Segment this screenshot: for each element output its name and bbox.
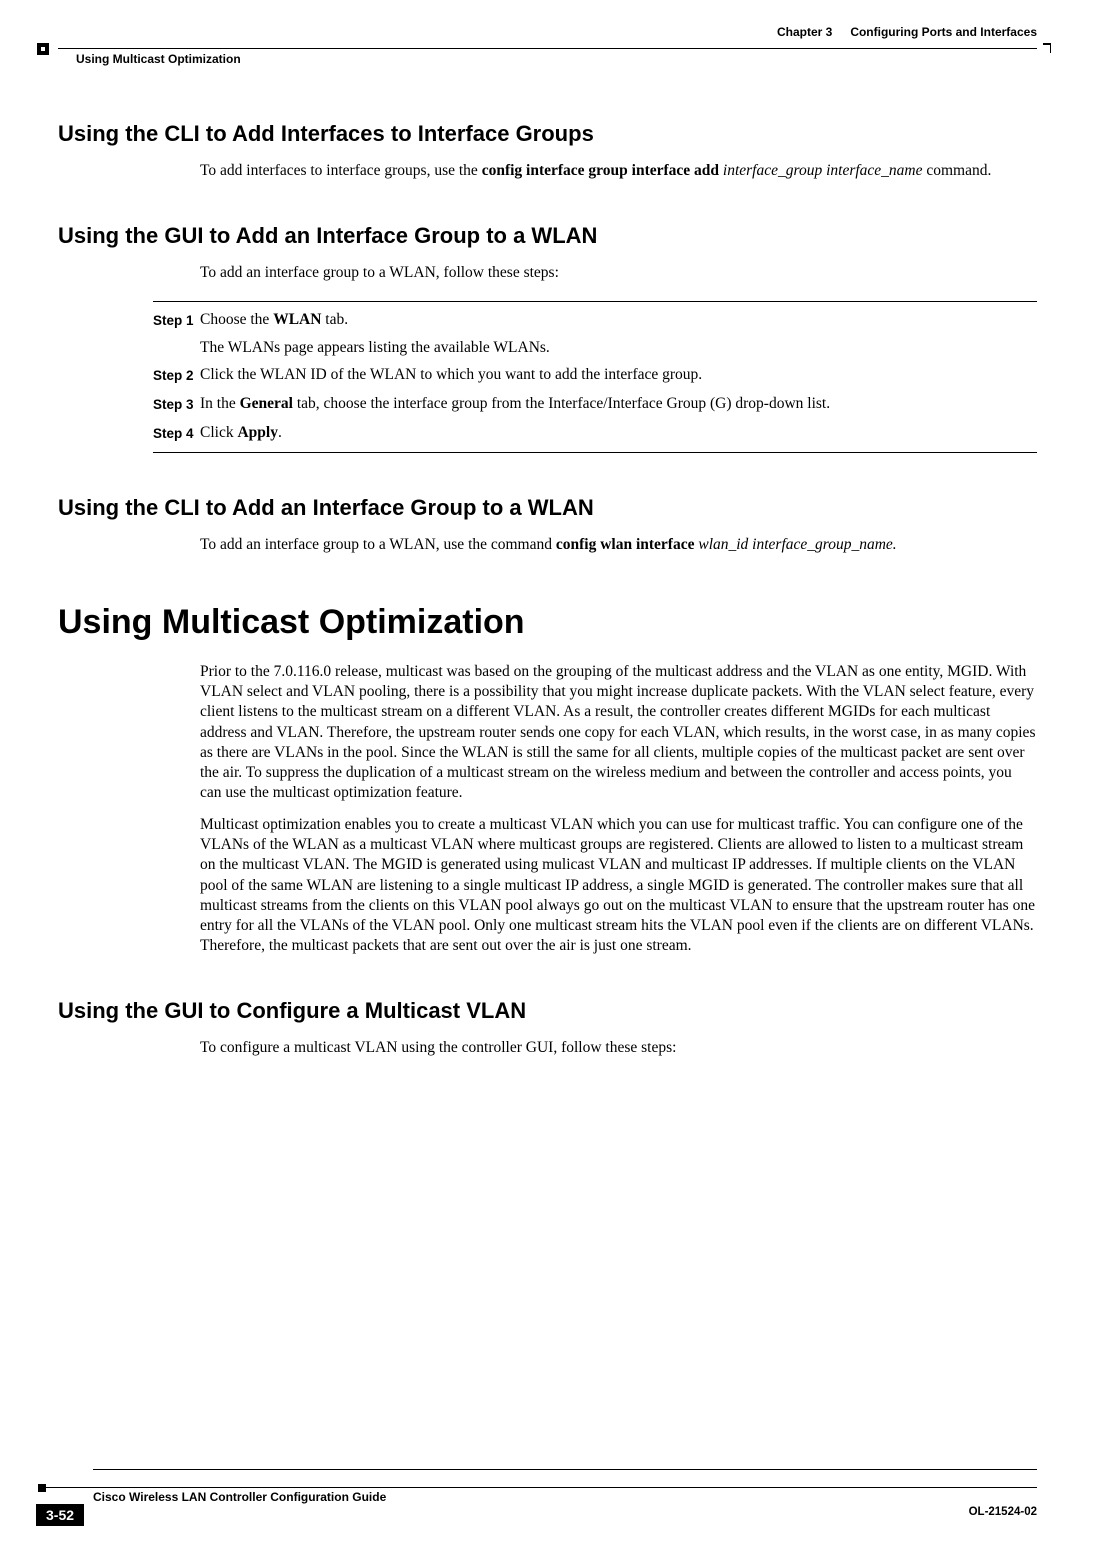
header-chapter-title: Configuring Ports and Interfaces (850, 25, 1037, 39)
footer-top-rule (93, 1469, 1037, 1470)
steps-list: Step 1 Choose the WLAN tab. The WLANs pa… (153, 301, 1037, 453)
step-row: Step 3 In the General tab, choose the in… (153, 394, 1037, 415)
step-row: Step 1 Choose the WLAN tab. (153, 310, 1037, 331)
body-text: Prior to the 7.0.116.0 release, multicas… (200, 662, 1037, 803)
step-label: Step 4 (153, 423, 200, 444)
header-marker-icon (37, 43, 49, 55)
header-section-title: Using Multicast Optimization (58, 49, 1037, 66)
step-top-rule (153, 301, 1037, 302)
step-row: Step 2 Click the WLAN ID of the WLAN to … (153, 365, 1037, 386)
page-number: 3-52 (36, 1504, 84, 1526)
step-label: Step 3 (153, 394, 200, 415)
step-text: Click Apply. (200, 423, 1037, 444)
page-footer: Cisco Wireless LAN Controller Configurat… (38, 1487, 1037, 1526)
body-text: To add an interface group to a WLAN, fol… (200, 263, 1037, 283)
body-text: To add an interface group to a WLAN, use… (200, 535, 1037, 555)
section-heading-gui-add-group-wlan: Using the GUI to Add an Interface Group … (58, 223, 1037, 249)
header-tick-icon (1043, 43, 1051, 45)
step-label: Step 1 (153, 310, 200, 331)
section-heading-cli-add-group-wlan: Using the CLI to Add an Interface Group … (58, 495, 1037, 521)
section-heading-cli-add-interfaces: Using the CLI to Add Interfaces to Inter… (58, 121, 1037, 147)
step-bottom-rule (153, 452, 1037, 453)
footer-guide-title: Cisco Wireless LAN Controller Configurat… (93, 1490, 1037, 1504)
header-chapter-label: Chapter 3 (777, 25, 832, 39)
step-row: Step 4 Click Apply. (153, 423, 1037, 444)
step-text: Click the WLAN ID of the WLAN to which y… (200, 365, 1037, 386)
body-text: To add interfaces to interface groups, u… (200, 161, 1037, 181)
footer-doc-number: OL-21524-02 (969, 1504, 1037, 1518)
header-rule (58, 48, 1037, 49)
step-subtext: The WLANs page appears listing the avail… (200, 339, 1037, 357)
section-heading-multicast-optimization: Using Multicast Optimization (58, 603, 1037, 642)
footer-rule (38, 1487, 1037, 1488)
step-label: Step 2 (153, 365, 200, 386)
step-text: Choose the WLAN tab. (200, 310, 1037, 331)
body-text: To configure a multicast VLAN using the … (200, 1038, 1037, 1058)
footer-marker-icon (38, 1484, 46, 1492)
body-text: Multicast optimization enables you to cr… (200, 815, 1037, 956)
section-heading-gui-config-mvlan: Using the GUI to Configure a Multicast V… (58, 998, 1037, 1024)
step-text: In the General tab, choose the interface… (200, 394, 1037, 415)
